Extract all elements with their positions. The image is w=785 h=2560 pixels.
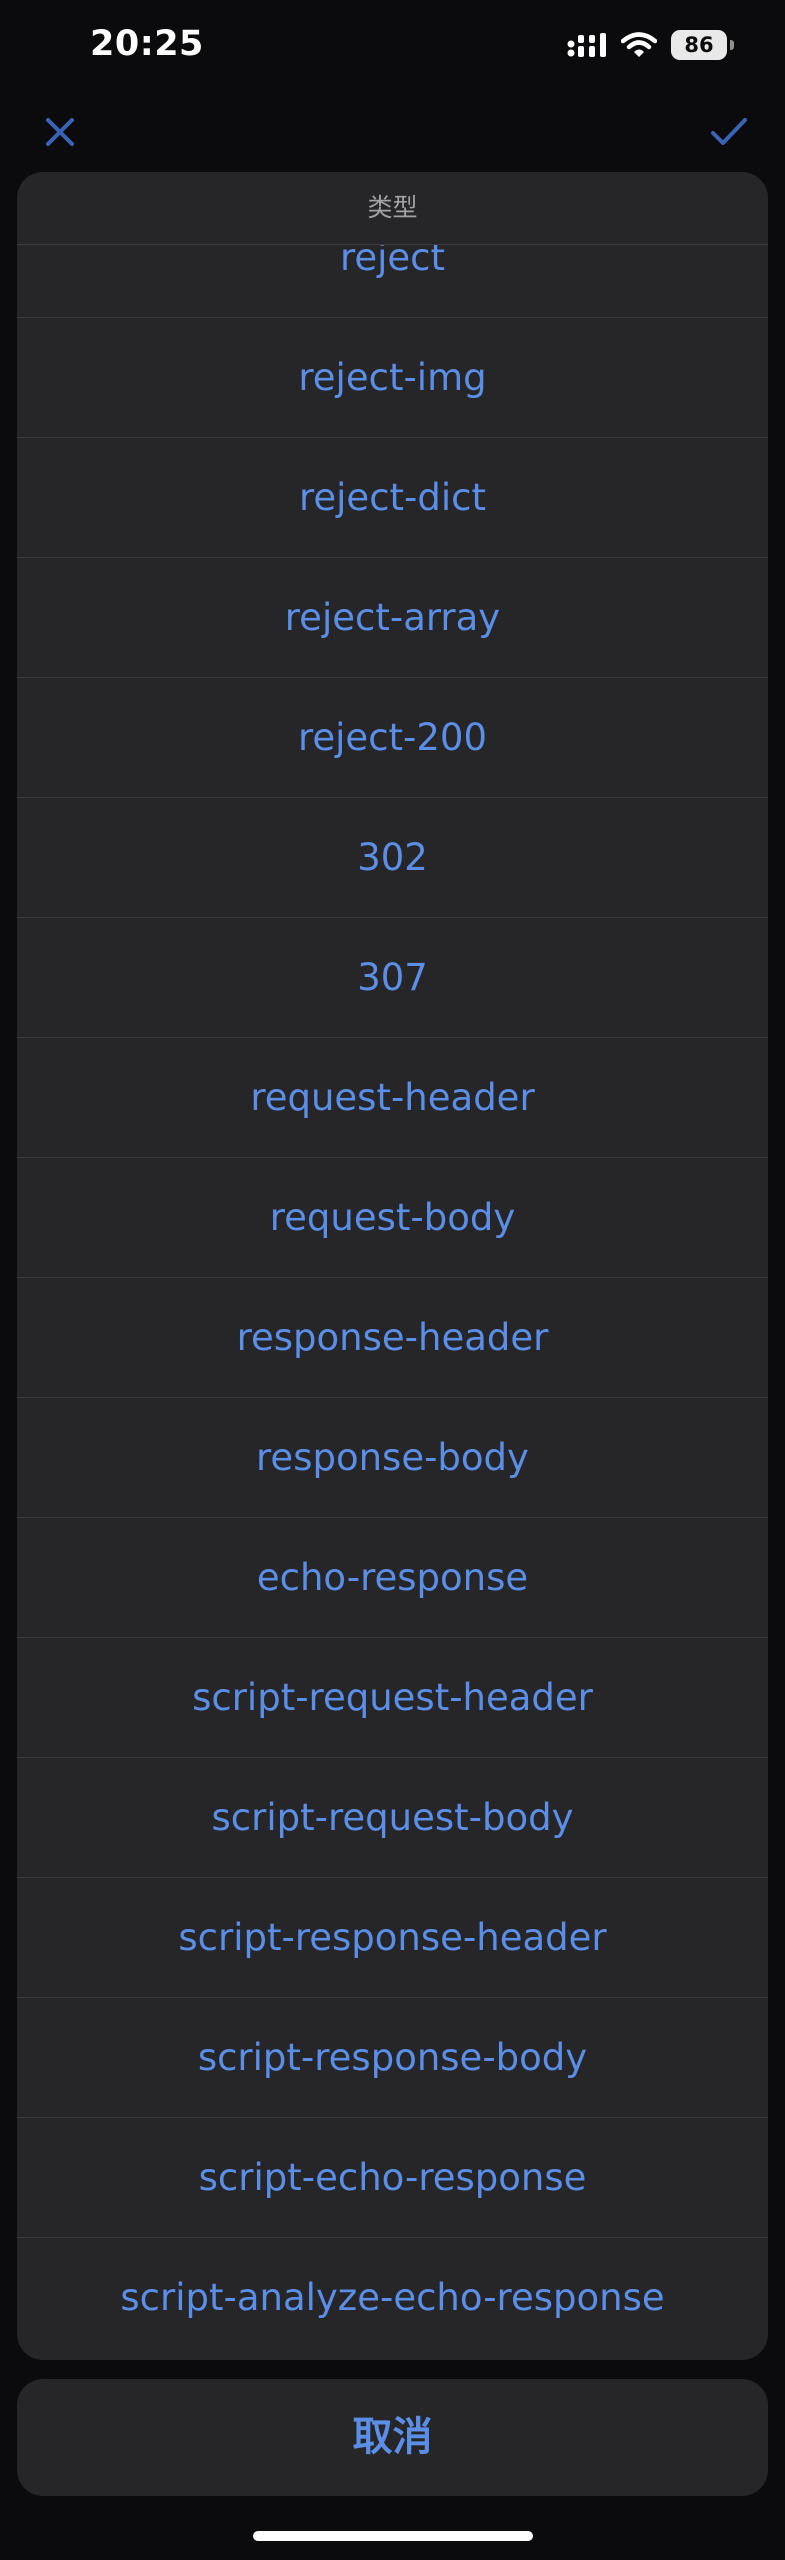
- wifi-icon: [621, 32, 657, 58]
- picker-title: 类型: [17, 172, 768, 245]
- picker-option[interactable]: script-response-body: [17, 1998, 768, 2118]
- signal-icon: [567, 32, 607, 58]
- home-indicator: [253, 2531, 533, 2541]
- battery-level: 86: [684, 33, 714, 57]
- picker-option[interactable]: script-analyze-echo-response: [17, 2238, 768, 2357]
- picker-option[interactable]: reject-img: [17, 318, 768, 438]
- picker-option[interactable]: 302: [17, 798, 768, 918]
- close-icon[interactable]: [38, 110, 82, 154]
- picker-option[interactable]: script-response-header: [17, 1878, 768, 1998]
- options-list[interactable]: reject reject-img reject-dict reject-array r…: [17, 245, 768, 2360]
- checkmark-icon[interactable]: [705, 110, 753, 154]
- picker-option[interactable]: reject-200: [17, 678, 768, 798]
- type-picker-sheet: 类型 reject reject-img reject-dict reject-arr…: [17, 172, 768, 2360]
- picker-option[interactable]: script-request-header: [17, 1638, 768, 1758]
- battery-cap: [730, 40, 734, 50]
- options-scroll: reject reject-img reject-dict reject-array r…: [17, 245, 768, 2357]
- status-icons: 86: [567, 30, 734, 60]
- status-bar: 20:25 86: [0, 0, 785, 95]
- picker-option[interactable]: script-request-body: [17, 1758, 768, 1878]
- battery-icon: 86: [671, 30, 734, 60]
- picker-option[interactable]: response-body: [17, 1398, 768, 1518]
- picker-option[interactable]: reject: [17, 245, 768, 318]
- picker-option[interactable]: script-echo-response: [17, 2118, 768, 2238]
- picker-option[interactable]: reject-array: [17, 558, 768, 678]
- picker-option[interactable]: echo-response: [17, 1518, 768, 1638]
- picker-option[interactable]: response-header: [17, 1278, 768, 1398]
- status-time: 20:25: [90, 24, 204, 64]
- picker-option[interactable]: 307: [17, 918, 768, 1038]
- picker-option[interactable]: request-body: [17, 1158, 768, 1278]
- picker-option[interactable]: reject-dict: [17, 438, 768, 558]
- cancel-button[interactable]: 取消: [17, 2379, 768, 2496]
- picker-option[interactable]: request-header: [17, 1038, 768, 1158]
